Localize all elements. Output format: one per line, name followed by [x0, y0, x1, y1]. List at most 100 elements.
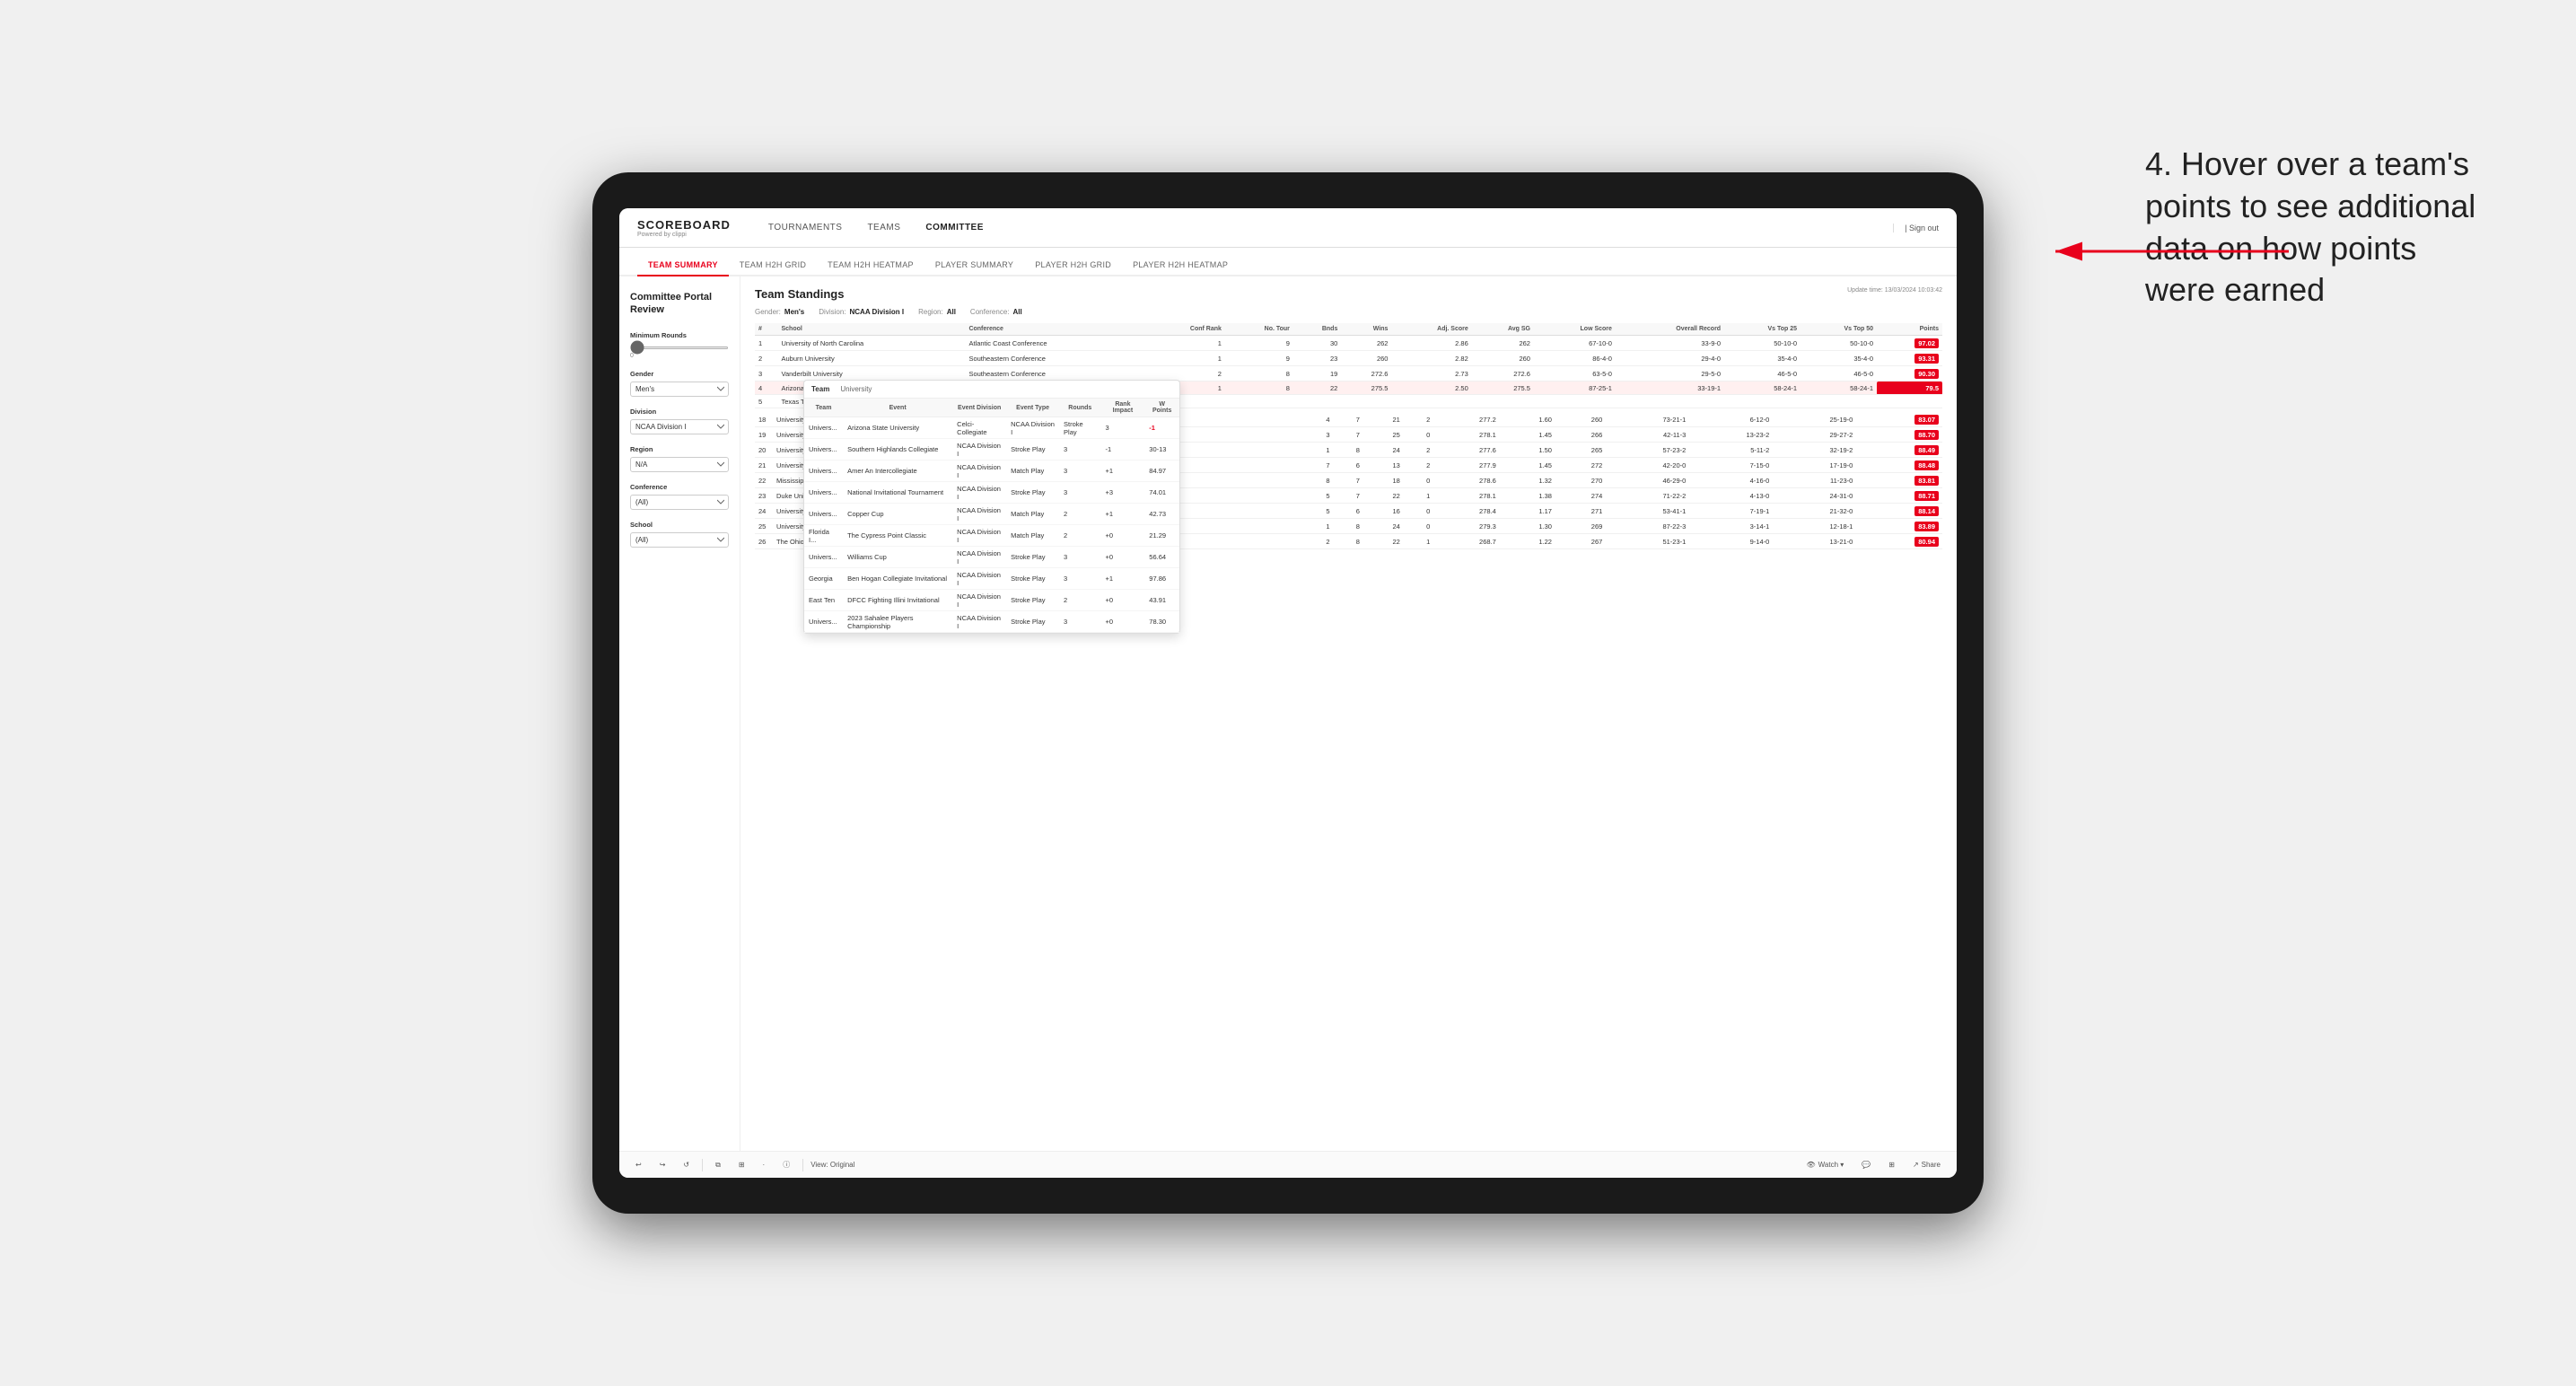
- min-rounds-slider[interactable]: [630, 346, 729, 349]
- cell-wins: 262: [1341, 336, 1391, 351]
- cell-low-score: 272: [1555, 458, 1606, 473]
- cell-points[interactable]: 90.30: [1877, 366, 1942, 382]
- cell-low-score: 265: [1555, 443, 1606, 458]
- cell-rank: 25: [755, 519, 773, 534]
- tooltip-cell-div: NCAA Division I: [952, 461, 1006, 482]
- cell-points[interactable]: [1877, 395, 1942, 408]
- cell-bnds: 18: [1363, 473, 1404, 488]
- sidebar-section-conference: Conference (All) ACC Big Ten SEC Pac-12: [630, 483, 729, 510]
- cell-points[interactable]: 83.81: [1856, 473, 1942, 488]
- cell-rank: 26: [755, 534, 773, 549]
- school-select[interactable]: (All): [630, 532, 729, 548]
- grid-button[interactable]: ⊞: [1883, 1159, 1900, 1171]
- tooltip-cell-team: Univers...: [804, 417, 843, 439]
- cell-avg-sg: 1.50: [1500, 443, 1555, 458]
- cell-vs25: 7-19-1: [1689, 504, 1773, 519]
- cell-points[interactable]: 88.48: [1856, 458, 1942, 473]
- tooltip-cell-event: The Cypress Point Classic: [843, 525, 952, 547]
- tooltip-col-event: Event: [843, 399, 952, 417]
- cell-points[interactable]: 88.70: [1856, 427, 1942, 443]
- cell-points[interactable]: 80.94: [1856, 534, 1942, 549]
- nav-items: TOURNAMENTS TEAMS COMMITTEE: [758, 219, 1893, 236]
- cell-wins: 1: [1404, 488, 1433, 504]
- cell-vs50: 35-4-0: [1801, 351, 1877, 366]
- cell-wins: 0: [1404, 427, 1433, 443]
- watch-button[interactable]: 👁 Watch ▾: [1801, 1159, 1849, 1171]
- tooltip-cell-div: NCAA Division I: [952, 547, 1006, 568]
- cell-adj-score: 2.50: [1391, 382, 1471, 395]
- sub-nav-team-h2h-grid[interactable]: TEAM H2H GRID: [729, 255, 817, 276]
- copy-button[interactable]: ⧉: [710, 1159, 726, 1171]
- cell-points[interactable]: 79.5: [1877, 382, 1942, 395]
- division-select[interactable]: NCAA Division I NCAA Division II NAIA Al…: [630, 419, 729, 434]
- division-filter-value: NCAA Division I: [850, 308, 905, 316]
- comment-button[interactable]: 💬: [1856, 1159, 1876, 1171]
- cell-adj-score: 277.6: [1433, 443, 1500, 458]
- redo-button[interactable]: ↪: [654, 1159, 671, 1171]
- sidebar: Committee Portal Review Minimum Rounds 0…: [619, 276, 740, 1151]
- cell-avg-sg: 272.6: [1472, 366, 1534, 382]
- cell-adj-score: 278.6: [1433, 473, 1500, 488]
- division-filter-label: Division:: [819, 308, 846, 316]
- tooltip-cell-div: NCAA Division I: [952, 482, 1006, 504]
- tooltip-cell-team: Florida I...: [804, 525, 843, 547]
- undo-button[interactable]: ↩: [630, 1159, 647, 1171]
- tooltip-cell-rounds: 3: [1059, 611, 1101, 633]
- sign-out-button[interactable]: | Sign out: [1893, 224, 1939, 232]
- sub-nav-player-h2h-grid[interactable]: PLAYER H2H GRID: [1024, 255, 1122, 276]
- cell-vs50: 32-19-2: [1773, 443, 1856, 458]
- cell-overall-record: 51-23-1: [1606, 534, 1689, 549]
- cell-low-score: 271: [1555, 504, 1606, 519]
- cell-points[interactable]: 97.02: [1877, 336, 1942, 351]
- cell-adj-score: [1391, 395, 1471, 408]
- cell-no-tour: 6: [1333, 458, 1362, 473]
- col-vs-top-50: Vs Top 50: [1801, 323, 1877, 336]
- paste-button[interactable]: ⊞: [733, 1159, 750, 1171]
- tooltip-cell-type: Match Play: [1006, 525, 1059, 547]
- cell-vs25: 35-4-0: [1724, 351, 1801, 366]
- cell-conf-rank: 4: [1303, 412, 1333, 427]
- nav-committee[interactable]: COMMITTEE: [915, 219, 994, 236]
- cell-points[interactable]: 88.49: [1856, 443, 1942, 458]
- tooltip-cell-rounds: 3: [1059, 547, 1101, 568]
- sub-nav-team-h2h-heatmap[interactable]: TEAM H2H HEATMAP: [817, 255, 924, 276]
- sub-nav: TEAM SUMMARY TEAM H2H GRID TEAM H2H HEAT…: [619, 248, 1957, 276]
- cell-points[interactable]: 83.89: [1856, 519, 1942, 534]
- tooltip-cell-wpoints: 74.01: [1144, 482, 1179, 504]
- cell-rank: 22: [755, 473, 773, 488]
- filters-row: Gender: Men's Division: NCAA Division I …: [755, 308, 1942, 316]
- tooltip-cell-div: NCAA Division I: [952, 439, 1006, 461]
- cell-rank: 5: [755, 395, 778, 408]
- cell-points[interactable]: 93.31: [1877, 351, 1942, 366]
- sub-nav-player-h2h-heatmap[interactable]: PLAYER H2H HEATMAP: [1122, 255, 1239, 276]
- col-vs-top-25: Vs Top 25: [1724, 323, 1801, 336]
- col-no-tour: No. Tour: [1225, 323, 1293, 336]
- filter-division: Division: NCAA Division I: [819, 308, 904, 316]
- tooltip-cell-team: Univers...: [804, 547, 843, 568]
- cell-overall-record: 71-22-2: [1606, 488, 1689, 504]
- tooltip-cell-wpoints: 21.29: [1144, 525, 1179, 547]
- info-button[interactable]: ⓘ: [777, 1158, 795, 1171]
- cell-overall-record: 73-21-1: [1606, 412, 1689, 427]
- nav-teams[interactable]: TEAMS: [856, 219, 911, 236]
- share-button[interactable]: ↗ Share: [1907, 1159, 1946, 1171]
- gender-select[interactable]: Men's Women's All: [630, 382, 729, 397]
- table-row: 1 University of North Carolina Atlantic …: [755, 336, 1942, 351]
- tooltip-col-team: Team: [804, 399, 843, 417]
- cell-avg-sg: 1.30: [1500, 519, 1555, 534]
- cell-points[interactable]: 83.07: [1856, 412, 1942, 427]
- sub-nav-team-summary[interactable]: TEAM SUMMARY: [637, 255, 729, 276]
- cell-rank: 4: [755, 382, 778, 395]
- tooltip-cell-rank: +1: [1101, 568, 1145, 590]
- nav-tournaments[interactable]: TOURNAMENTS: [758, 219, 854, 236]
- region-select[interactable]: N/A East West South Midwest All: [630, 457, 729, 472]
- cell-points[interactable]: 88.14: [1856, 504, 1942, 519]
- cell-adj-score: 2.82: [1391, 351, 1471, 366]
- watch-label: Watch ▾: [1818, 1161, 1844, 1169]
- reset-button[interactable]: ↺: [678, 1159, 695, 1171]
- cell-low-score: 269: [1555, 519, 1606, 534]
- table-row: 3 Vanderbilt University Southeastern Con…: [755, 366, 1942, 382]
- cell-points[interactable]: 88.71: [1856, 488, 1942, 504]
- conference-select[interactable]: (All) ACC Big Ten SEC Pac-12: [630, 495, 729, 510]
- sub-nav-player-summary[interactable]: PLAYER SUMMARY: [924, 255, 1024, 276]
